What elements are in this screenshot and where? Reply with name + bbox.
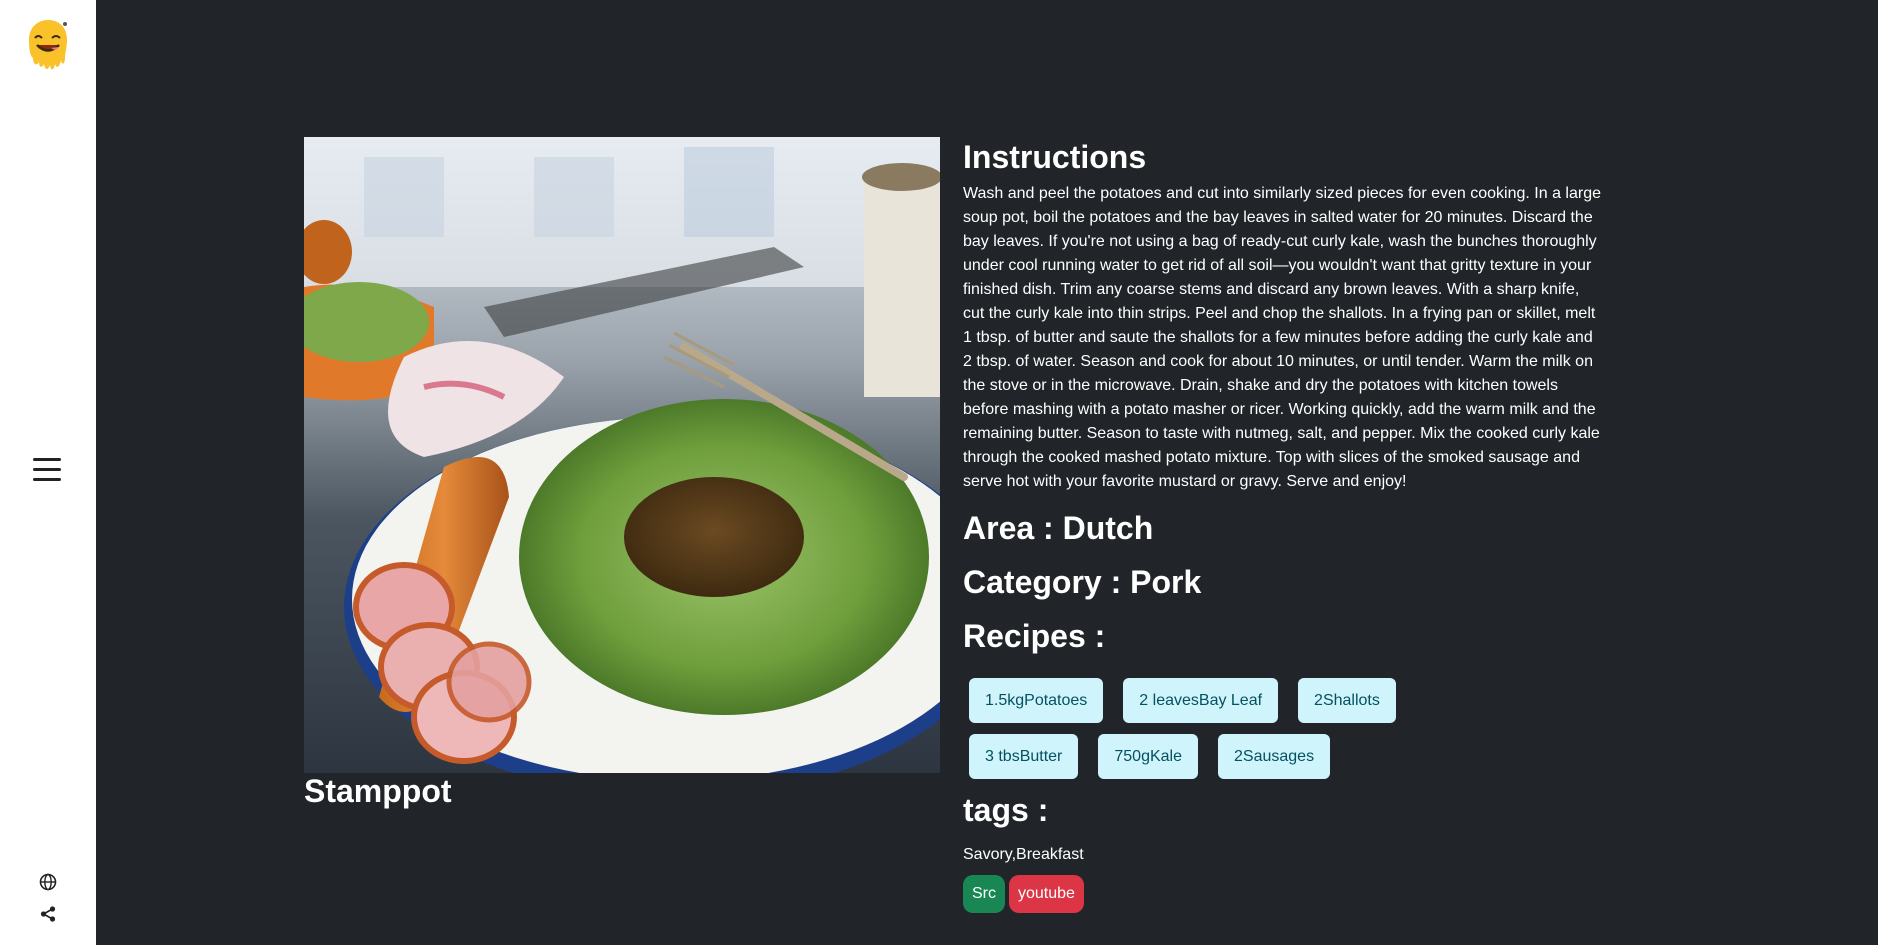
ingredient-badge: 2Sausages [1218,734,1331,779]
sidebar [0,0,96,945]
category-heading: Category : Pork [963,564,1202,600]
globe-icon[interactable] [39,873,57,891]
meal-title: Stamppot [304,773,452,809]
ingredient-list: 1.5kgPotatoes 2 leavesBay Leaf 2Shallots… [963,678,1523,790]
share-icon[interactable] [39,905,57,923]
instructions-heading: Instructions [963,139,1147,175]
hamburger-menu-icon[interactable] [33,458,63,486]
ingredient-badge: 1.5kgPotatoes [969,678,1104,723]
meal-details: Instructions Wash and peel the potatoes … [963,137,1601,913]
meal-photo [304,137,940,773]
ingredient-badge: 2Shallots [1298,678,1396,723]
instructions-text: Wash and peel the potatoes and cut into … [963,185,1601,490]
youtube-button[interactable]: youtube [1009,875,1084,913]
tags-heading: tags : [963,792,1049,828]
recipes-heading: Recipes : [963,618,1106,654]
ingredient-badge: 750gKale [1098,734,1198,779]
src-button[interactable]: Src [963,875,1005,913]
smiley-face-logo[interactable] [25,18,71,74]
tags-text: Savory,Breakfast [963,846,1084,863]
ingredient-badge: 3 tbsButter [969,734,1079,779]
ingredient-badge: 2 leavesBay Leaf [1123,678,1279,723]
source-links: Src youtube [963,875,1601,913]
area-heading: Area : Dutch [963,510,1154,546]
